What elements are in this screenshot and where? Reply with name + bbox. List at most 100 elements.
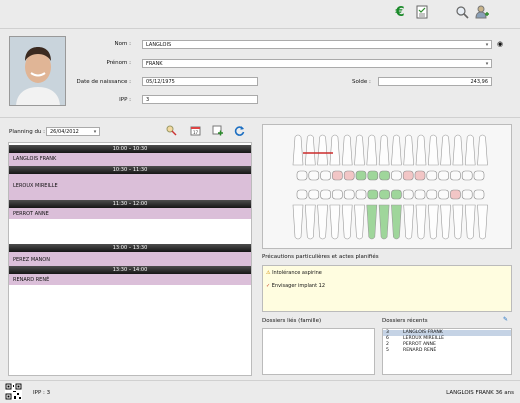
tooth-upper[interactable] <box>378 134 390 166</box>
tooth-upper[interactable] <box>415 134 427 166</box>
ipp-label: IPP : <box>119 97 131 103</box>
tooth-occlusal-lower[interactable] <box>391 189 402 200</box>
nom-label: Nom : <box>114 41 131 47</box>
tooth-occlusal-upper[interactable] <box>426 170 438 181</box>
tooth-upper[interactable] <box>440 134 451 166</box>
tooth-lower[interactable] <box>304 204 316 240</box>
tooth-lower[interactable] <box>477 204 488 240</box>
tooth-occlusal-lower[interactable] <box>379 189 390 200</box>
appointment-item[interactable]: RENARD RENÉ <box>9 274 251 285</box>
tooth-occlusal-upper[interactable] <box>402 170 414 181</box>
tooth-upper[interactable] <box>452 134 464 166</box>
tooth-occlusal-upper[interactable] <box>320 170 331 181</box>
appointment-item[interactable]: LEROUX MIREILLE <box>9 174 251 200</box>
tooth-upper[interactable] <box>464 134 476 166</box>
dossiers-lies-list[interactable] <box>262 328 375 375</box>
tooth-occlusal-upper[interactable] <box>450 170 461 181</box>
tooth-upper[interactable] <box>477 134 488 166</box>
tooth-occlusal-upper[interactable] <box>473 170 485 181</box>
calendar-icon[interactable]: 17 <box>190 125 201 138</box>
tooth-lower[interactable] <box>329 204 341 240</box>
tooth-occlusal-lower[interactable] <box>402 189 414 200</box>
tooth-upper[interactable] <box>292 134 304 166</box>
tooth-lower[interactable] <box>427 204 439 240</box>
tooth-occlusal-lower[interactable] <box>473 189 485 200</box>
tooth-occlusal-upper[interactable] <box>367 170 379 181</box>
tooth-lower[interactable] <box>341 204 353 240</box>
tooth-occlusal-lower[interactable] <box>438 189 449 200</box>
appointment-item[interactable]: PEREZ MANON <box>9 252 251 266</box>
tooth-lower[interactable] <box>317 204 328 240</box>
planning-date-picker[interactable]: 26/04/2012 ▾ <box>46 127 100 136</box>
tooth-upper[interactable] <box>403 134 415 166</box>
tooth-occlusal-lower[interactable] <box>461 189 473 200</box>
add-appointment-icon[interactable] <box>212 125 223 138</box>
tooth-occlusal-upper[interactable] <box>379 170 390 181</box>
tooth-upper[interactable] <box>354 134 365 166</box>
tooth-occlusal-upper[interactable] <box>332 170 343 181</box>
dental-chart[interactable] <box>262 124 512 249</box>
teeth-diagram[interactable] <box>263 125 511 248</box>
tooth-upper[interactable] <box>341 134 353 166</box>
tooth-occlusal-lower[interactable] <box>332 189 343 200</box>
nom-field[interactable]: LANGLOIS ▾ <box>142 40 492 49</box>
tooth-occlusal-upper[interactable] <box>355 170 367 181</box>
edit-name-icon[interactable]: ◉ <box>497 40 503 48</box>
tooth-lower[interactable] <box>415 204 427 240</box>
qr-code-icon[interactable] <box>5 383 22 402</box>
tooth-lower[interactable] <box>391 204 402 240</box>
dossiers-recents-list[interactable]: 3 LANGLOIS FRANK 6 LEROUX MIREILLE 2 PERROT… <box>382 328 512 375</box>
planning-label: Planning du : <box>9 129 46 135</box>
tooth-occlusal-lower[interactable] <box>320 189 331 200</box>
solde-field: 243,96 <box>378 77 492 86</box>
tooth-occlusal-lower[interactable] <box>343 189 355 200</box>
find-slot-icon[interactable] <box>166 125 177 138</box>
chevron-down-icon[interactable]: ▾ <box>484 61 490 67</box>
tooth-lower[interactable] <box>354 204 365 240</box>
tooth-occlusal-upper[interactable] <box>438 170 449 181</box>
tooth-occlusal-lower[interactable] <box>414 189 426 200</box>
appointment-item[interactable]: LANGLOIS FRANK <box>9 153 251 166</box>
euro-icon[interactable]: € <box>392 5 408 21</box>
tooth-occlusal-upper[interactable] <box>308 170 320 181</box>
chevron-down-icon[interactable]: ▾ <box>92 129 98 135</box>
tooth-occlusal-upper[interactable] <box>391 170 402 181</box>
edit-icon[interactable]: ✎ <box>503 316 508 323</box>
search-icon[interactable] <box>454 5 470 21</box>
tooth-upper[interactable] <box>317 134 328 166</box>
chevron-down-icon[interactable]: ▾ <box>484 42 490 48</box>
appointment-item[interactable]: PERROT ANNE <box>9 208 251 219</box>
time-slot-bar: 13:00 – 13:30 <box>9 244 251 252</box>
tooth-lower[interactable] <box>366 204 378 240</box>
tooth-upper[interactable] <box>304 134 316 166</box>
add-user-icon[interactable] <box>474 5 490 21</box>
tooth-upper[interactable] <box>427 134 439 166</box>
ipp-field[interactable]: 3 <box>142 95 258 104</box>
prenom-field[interactable]: FRANK ▾ <box>142 59 492 68</box>
dob-field[interactable]: 05/12/1975 <box>142 77 258 86</box>
tooth-occlusal-lower[interactable] <box>296 189 308 200</box>
tooth-upper[interactable] <box>366 134 378 166</box>
tooth-occlusal-lower[interactable] <box>355 189 367 200</box>
tooth-lower[interactable] <box>378 204 390 240</box>
tooth-occlusal-lower[interactable] <box>367 189 379 200</box>
tooth-lower[interactable] <box>452 204 464 240</box>
tooth-lower[interactable] <box>403 204 415 240</box>
tooth-lower[interactable] <box>440 204 451 240</box>
tooth-occlusal-upper[interactable] <box>343 170 355 181</box>
check-icon: ✓ <box>266 283 271 289</box>
tooth-occlusal-lower[interactable] <box>308 189 320 200</box>
tooth-occlusal-upper[interactable] <box>414 170 426 181</box>
tooth-occlusal-lower[interactable] <box>426 189 438 200</box>
refresh-icon[interactable] <box>234 125 245 138</box>
checklist-icon[interactable] <box>414 5 430 21</box>
footer-patient: LANGLOIS FRANK 36 ans <box>446 390 514 396</box>
tooth-upper[interactable] <box>329 134 341 166</box>
tooth-lower[interactable] <box>464 204 476 240</box>
tooth-occlusal-upper[interactable] <box>461 170 473 181</box>
tooth-occlusal-upper[interactable] <box>296 170 308 181</box>
recent-dossier-row[interactable]: 5 RENARD RENÉ <box>383 348 511 354</box>
tooth-upper[interactable] <box>391 134 402 166</box>
tooth-lower[interactable] <box>292 204 304 240</box>
tooth-occlusal-lower[interactable] <box>450 189 461 200</box>
